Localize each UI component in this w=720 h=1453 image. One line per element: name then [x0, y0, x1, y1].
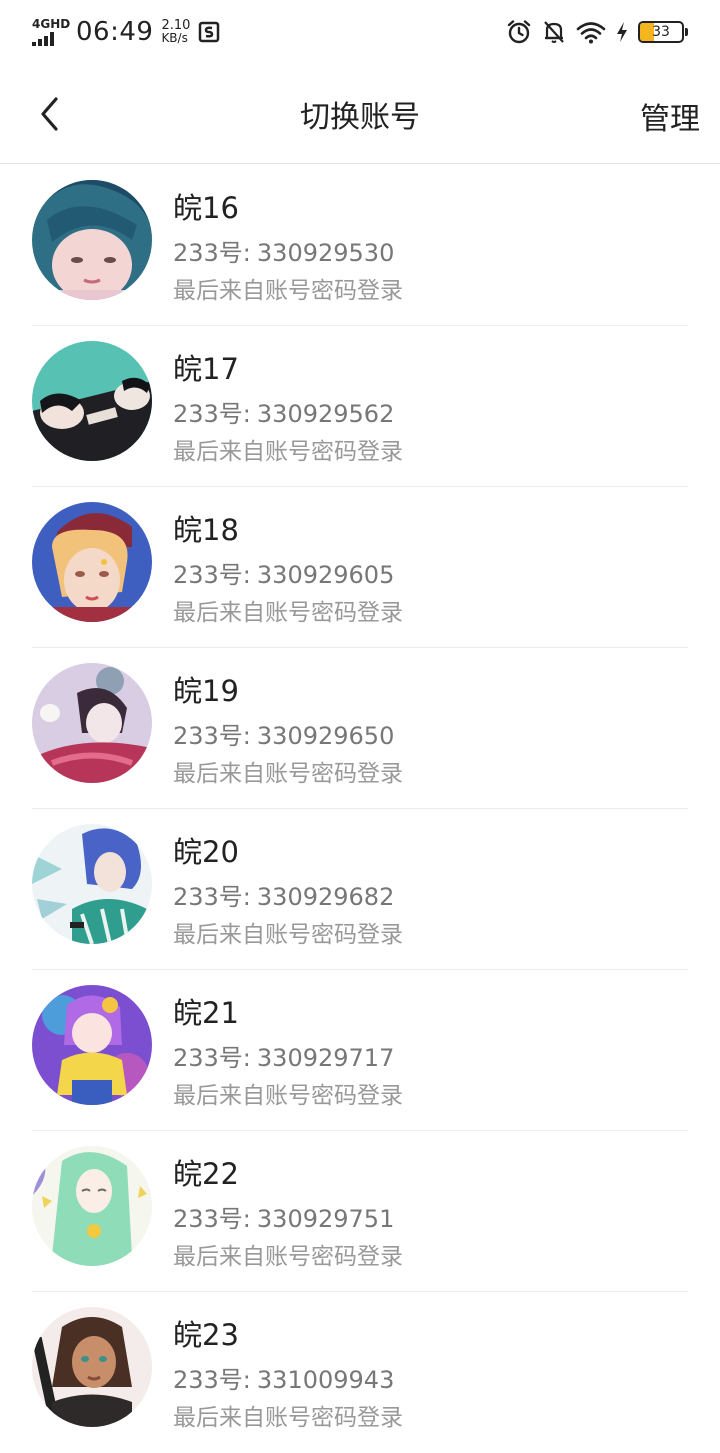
account-name: 皖23	[173, 1318, 239, 1352]
avatar	[32, 1146, 152, 1266]
mute-notification-icon	[542, 19, 566, 45]
account-list: 皖16 233号: 330929530 最后来自账号密码登录 皖17 233号: 3…	[0, 165, 720, 1453]
login-note: 最后来自账号密码登录	[173, 1405, 403, 1431]
status-bar-left: 4GHD 06:49 2.10 KB/s	[32, 16, 220, 48]
account-id: 233号: 330929650	[173, 716, 394, 751]
status-time: 06:49	[76, 17, 154, 47]
account-item[interactable]: 皖22 233号: 330929751 最后来自账号密码登录	[32, 1131, 688, 1292]
account-name: 皖16	[173, 191, 239, 225]
account-name: 皖22	[173, 1157, 239, 1191]
account-id: 233号: 330929530	[173, 233, 394, 268]
page-title: 切换账号	[300, 99, 420, 135]
account-id-value: 330929682	[256, 883, 395, 911]
account-id: 233号: 330929682	[173, 877, 394, 912]
battery-icon: 33	[638, 21, 688, 43]
account-id-value: 330929717	[256, 1044, 395, 1072]
account-item[interactable]: 皖23 233号: 331009943 最后来自账号密码登录	[32, 1292, 688, 1453]
account-id-label: 233号:	[173, 1044, 251, 1072]
account-item[interactable]: 皖16 233号: 330929530 最后来自账号密码登录	[32, 165, 688, 326]
account-id: 233号: 330929751	[173, 1199, 394, 1234]
charging-icon	[616, 21, 628, 43]
account-id-value: 330929562	[256, 400, 395, 428]
account-id-label: 233号:	[173, 1366, 251, 1394]
avatar	[32, 1307, 152, 1427]
login-note: 最后来自账号密码登录	[173, 439, 403, 465]
alarm-icon	[506, 19, 532, 45]
signal-icon: 4GHD	[32, 16, 71, 48]
account-name: 皖19	[173, 674, 239, 708]
account-name: 皖21	[173, 996, 239, 1030]
login-note: 最后来自账号密码登录	[173, 278, 403, 304]
avatar	[32, 824, 152, 944]
account-item[interactable]: 皖20 233号: 330929682 最后来自账号密码登录	[32, 809, 688, 970]
account-id-value: 330929751	[256, 1205, 395, 1233]
status-bar: 4GHD 06:49 2.10 KB/s 33	[0, 0, 720, 64]
avatar	[32, 180, 152, 300]
account-id-value: 330929605	[256, 561, 395, 589]
speed-unit: KB/s	[161, 31, 188, 45]
account-item[interactable]: 皖21 233号: 330929717 最后来自账号密码登录	[32, 970, 688, 1131]
account-id: 233号: 330929605	[173, 555, 394, 590]
account-name: 皖17	[173, 352, 239, 386]
login-note: 最后来自账号密码登录	[173, 922, 403, 948]
account-id-label: 233号:	[173, 400, 251, 428]
account-name: 皖18	[173, 513, 239, 547]
account-id: 233号: 331009943	[173, 1360, 394, 1395]
login-note: 最后来自账号密码登录	[173, 1083, 403, 1109]
login-note: 最后来自账号密码登录	[173, 761, 403, 787]
account-item[interactable]: 皖17 233号: 330929562 最后来自账号密码登录	[32, 326, 688, 487]
battery-percent: 33	[652, 24, 670, 40]
back-button[interactable]	[30, 94, 70, 134]
account-id-value: 330929650	[256, 722, 395, 750]
account-id-value: 331009943	[256, 1366, 395, 1394]
network-speed: 2.10 KB/s	[161, 19, 190, 45]
avatar	[32, 341, 152, 461]
account-id-label: 233号:	[173, 722, 251, 750]
manage-button[interactable]: 管理	[640, 94, 700, 138]
status-bar-right: 33	[506, 19, 688, 45]
avatar	[32, 985, 152, 1105]
account-item[interactable]: 皖18 233号: 330929605 最后来自账号密码登录	[32, 487, 688, 648]
account-id-label: 233号:	[173, 561, 251, 589]
account-id-label: 233号:	[173, 1205, 251, 1233]
network-type: 4GHD	[32, 17, 71, 31]
wifi-icon	[576, 20, 606, 44]
account-id: 233号: 330929562	[173, 394, 394, 429]
login-note: 最后来自账号密码登录	[173, 600, 403, 626]
nav-bar: 切换账号 管理	[0, 64, 720, 164]
account-name: 皖20	[173, 835, 239, 869]
account-id-label: 233号:	[173, 239, 251, 267]
back-arrow-icon	[41, 97, 58, 131]
account-id-value: 330929530	[256, 239, 395, 267]
account-item[interactable]: 皖19 233号: 330929650 最后来自账号密码登录	[32, 648, 688, 809]
account-id: 233号: 330929717	[173, 1038, 394, 1073]
avatar	[32, 663, 152, 783]
login-note: 最后来自账号密码登录	[173, 1244, 403, 1270]
account-id-label: 233号:	[173, 883, 251, 911]
app-notification-icon	[198, 21, 220, 43]
avatar	[32, 502, 152, 622]
